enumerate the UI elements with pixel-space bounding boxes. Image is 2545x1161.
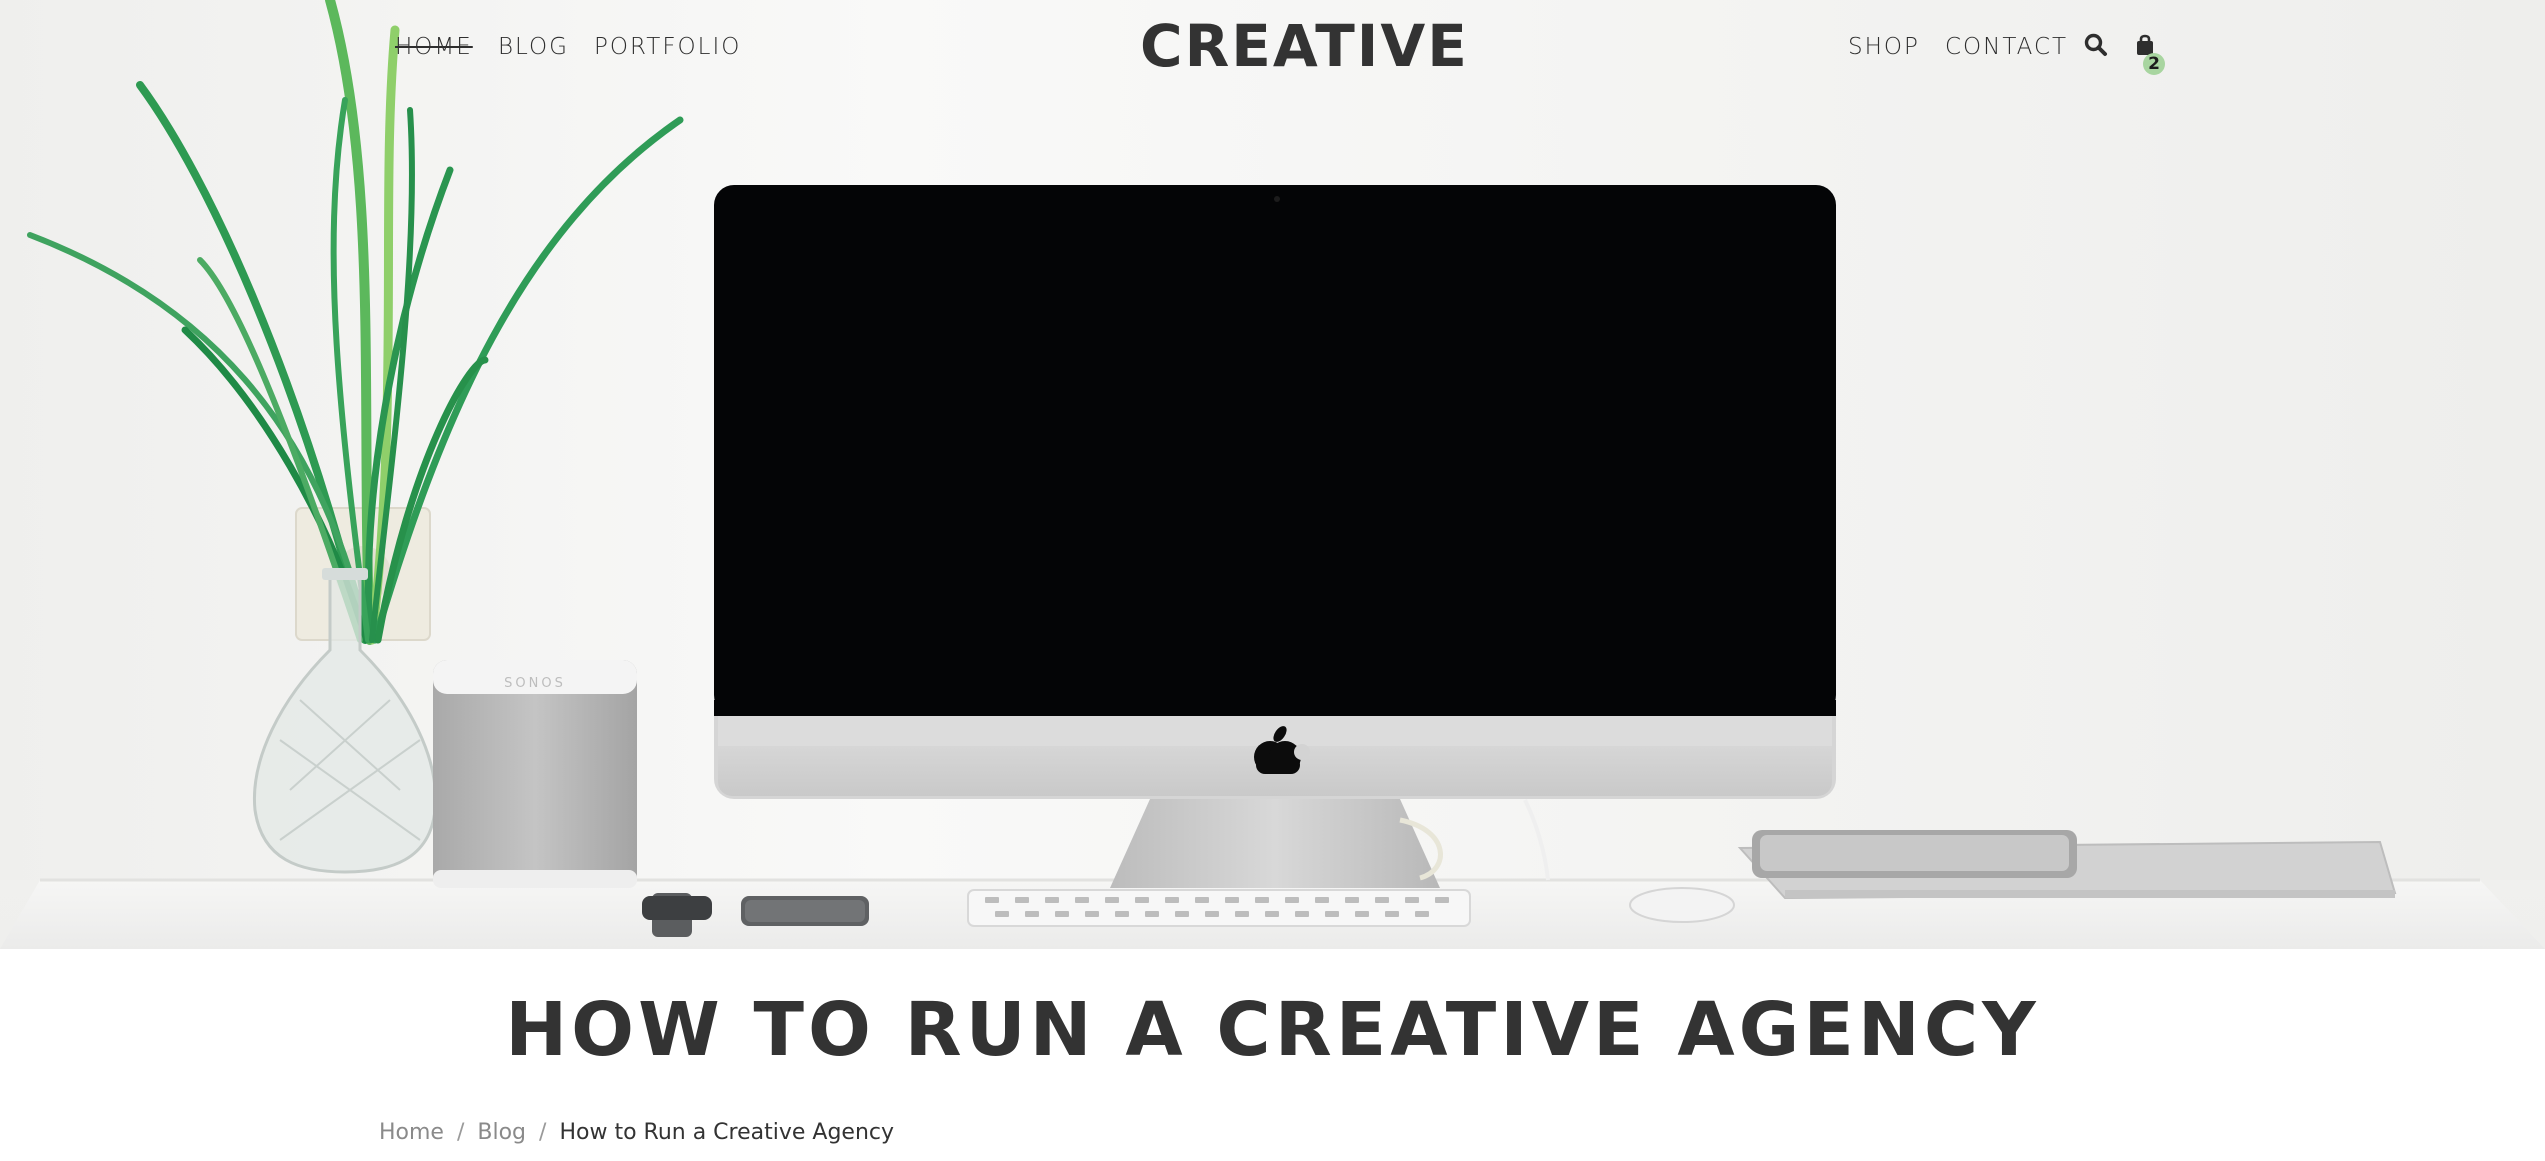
keyboard (967, 889, 1471, 927)
hero-image: SONOS (0, 0, 2545, 949)
breadcrumb: Home / Blog / How to Run a Creative Agen… (379, 1118, 894, 1148)
nav-link-contact[interactable]: CONTACT (1945, 33, 2068, 61)
desktop-computer (714, 185, 1836, 888)
tablet (1752, 830, 2077, 878)
search-icon[interactable] (2083, 32, 2109, 58)
breadcrumb-home[interactable]: Home (379, 1120, 444, 1145)
breadcrumb-separator: / (456, 1120, 465, 1145)
breadcrumb-blog[interactable]: Blog (477, 1120, 526, 1145)
nav-link-blog[interactable]: BLOG (498, 33, 569, 61)
nav-link-portfolio[interactable]: PORTFOLIO (594, 33, 741, 61)
mouse (1629, 887, 1735, 923)
site-logo[interactable]: CREATIVE (1140, 14, 1467, 78)
main-navigation: HOME BLOG PORTFOLIO CREATIVE SHOP CONTAC… (0, 0, 2545, 95)
page-title: HOW TO RUN A CREATIVE AGENCY (505, 987, 2040, 1073)
phone (741, 896, 869, 926)
speaker-label: SONOS (504, 676, 566, 691)
nav-link-shop[interactable]: SHOP (1848, 33, 1920, 61)
nav-link-home[interactable]: HOME (395, 33, 473, 61)
hero-desk-scene: SONOS (0, 0, 2545, 949)
breadcrumb-current: How to Run a Creative Agency (559, 1120, 895, 1145)
breadcrumb-separator: / (539, 1120, 547, 1145)
speaker: SONOS (433, 660, 637, 888)
cart-count-badge: 2 (2143, 53, 2165, 75)
